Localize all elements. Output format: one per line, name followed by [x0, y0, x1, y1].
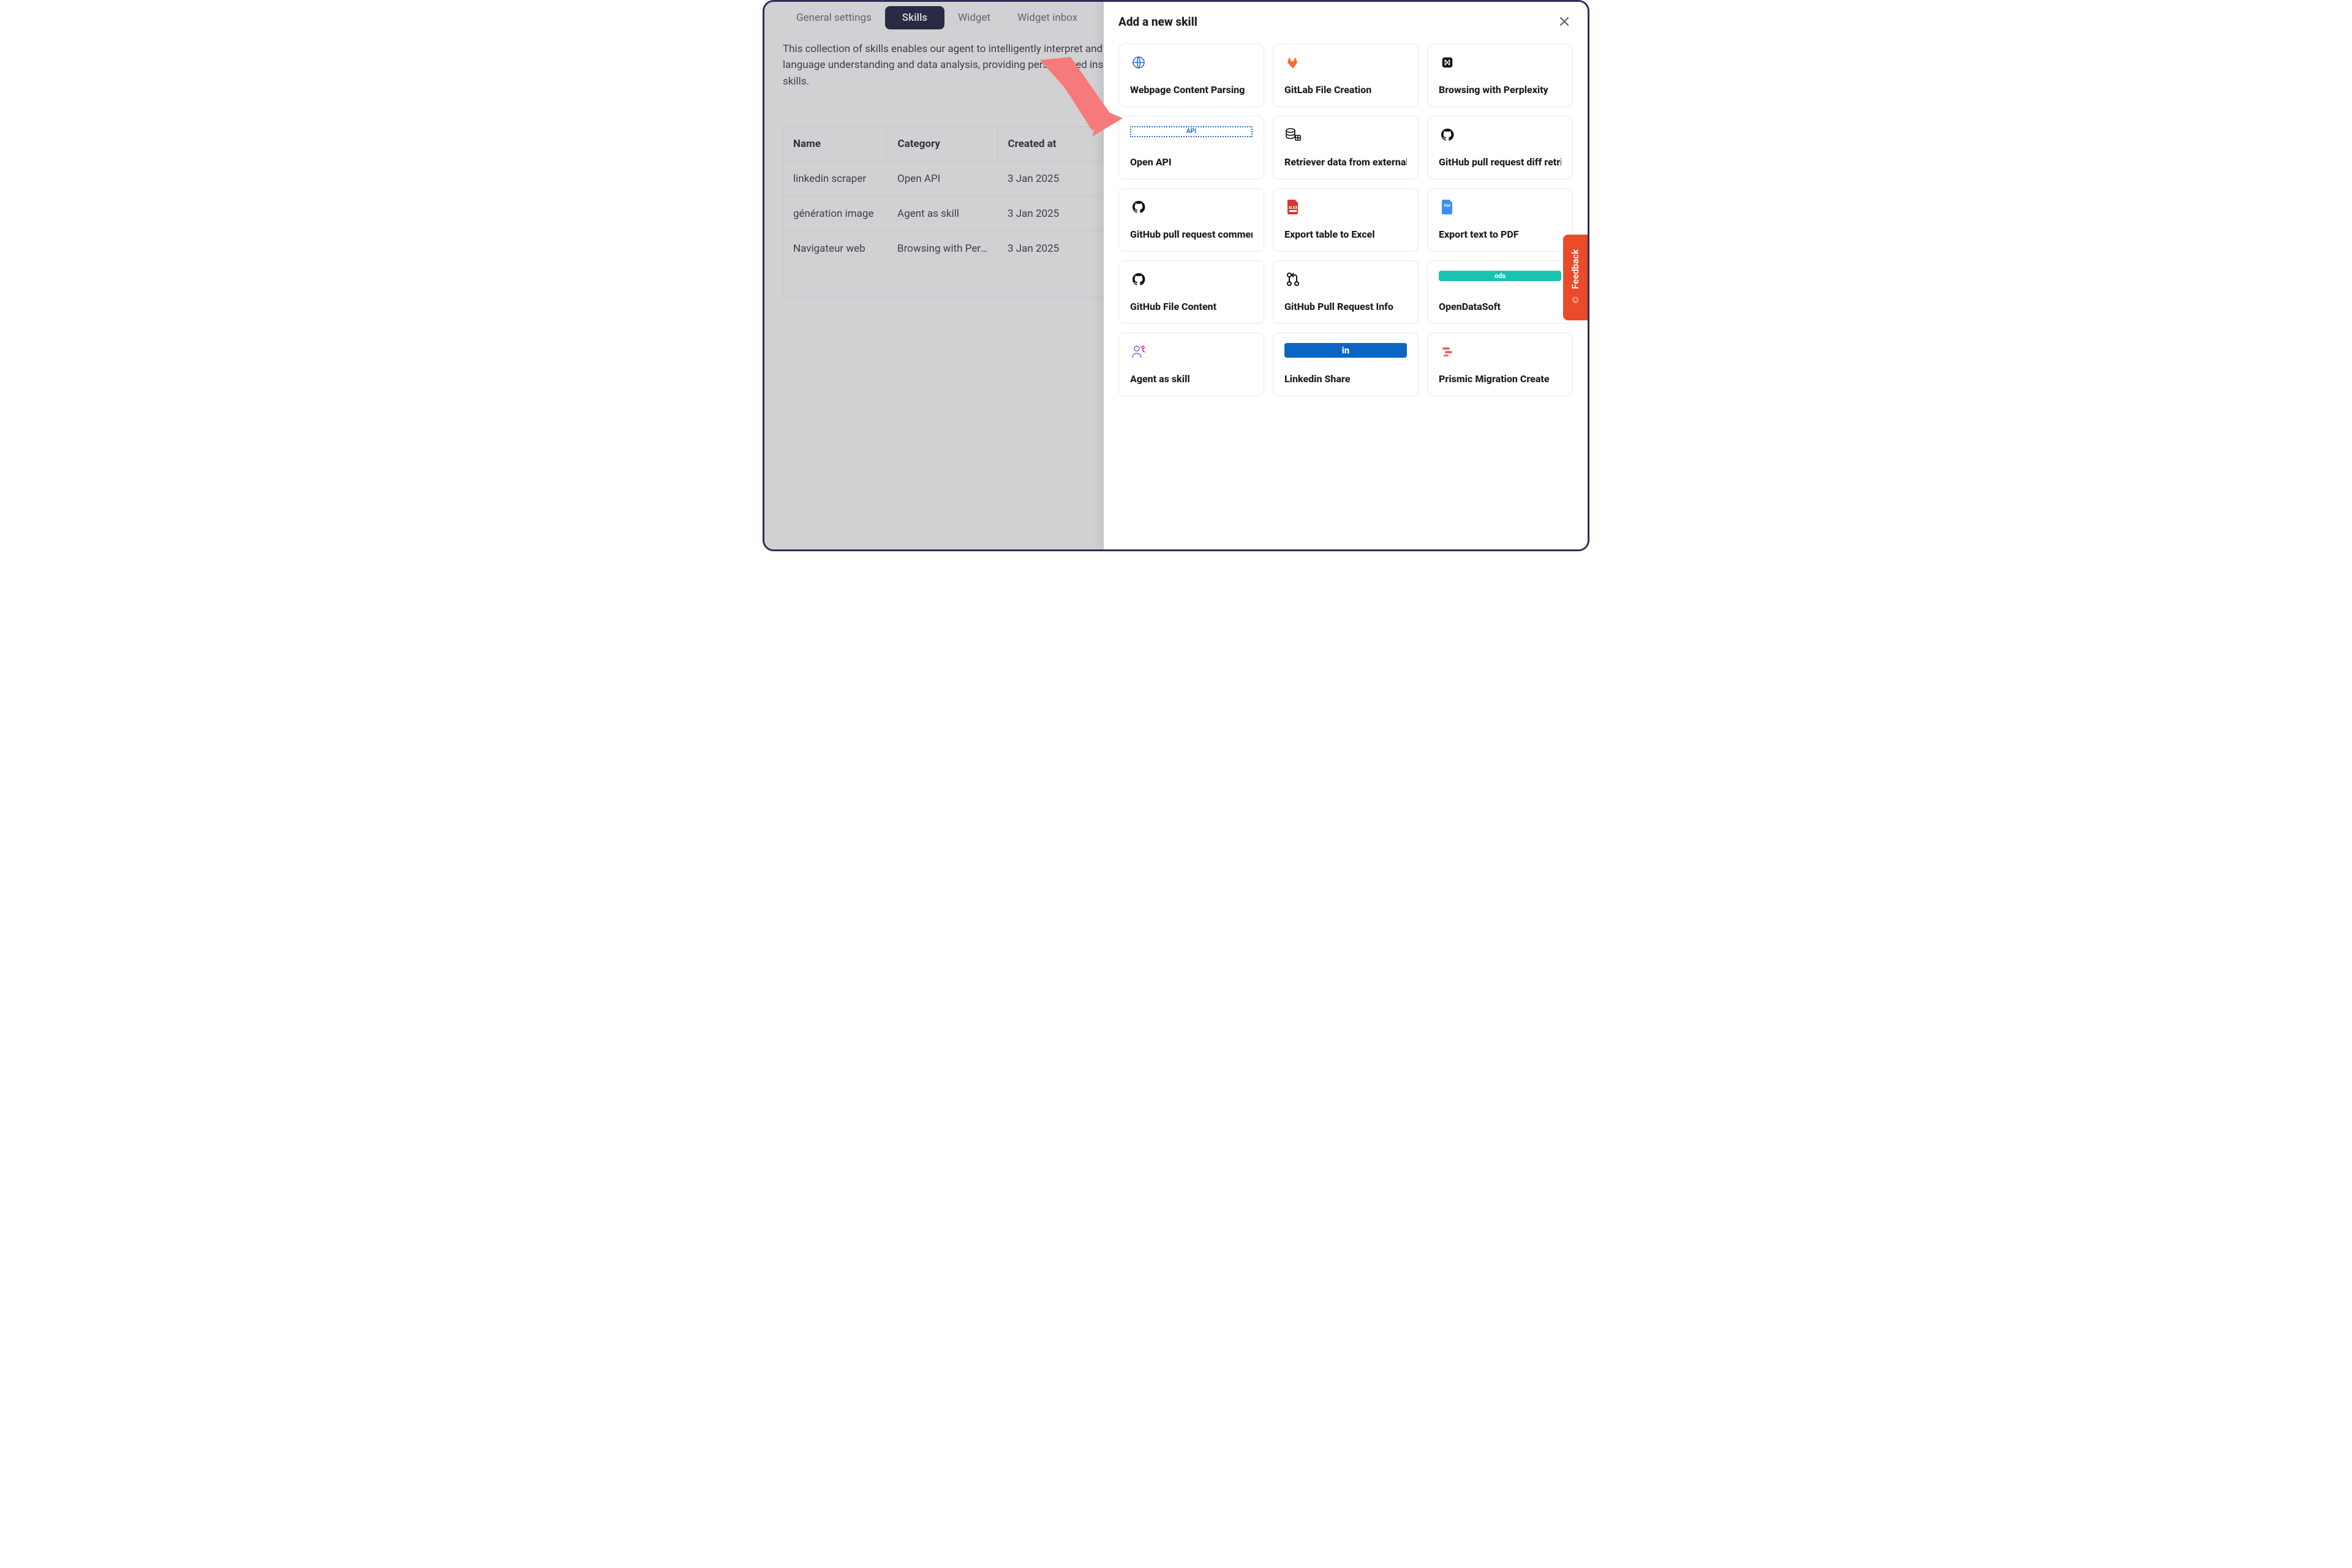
skill-card-prismic-migration[interactable]: Prismic Migration Create — [1427, 333, 1573, 396]
skill-card-retriever-external[interactable]: Retriever data from external sources — [1273, 116, 1419, 179]
github-icon — [1130, 198, 1147, 216]
app-frame: General settings Skills Widget Widget in… — [763, 0, 1589, 551]
pdf-icon: PDF — [1439, 198, 1456, 216]
skill-label: OpenDataSoft — [1439, 301, 1561, 312]
skill-label: Agent as skill — [1130, 373, 1253, 385]
panel-title: Add a new skill — [1118, 15, 1197, 29]
skill-card-gitlab-file-creation[interactable]: GitLab File Creation — [1273, 43, 1419, 107]
skill-label: GitHub File Content — [1130, 301, 1253, 312]
skill-label: Open API — [1130, 156, 1253, 168]
skill-label: GitHub pull request diff retriever — [1439, 156, 1561, 168]
skill-label: Retriever data from external sources — [1284, 156, 1407, 168]
skill-label: GitHub Pull Request Info — [1284, 301, 1407, 312]
skill-card-github-pr-comment[interactable]: GitHub pull request comment — [1118, 188, 1264, 252]
skill-card-github-pr-info[interactable]: GitHub Pull Request Info — [1273, 260, 1419, 324]
gitlab-icon — [1284, 54, 1302, 71]
prismic-icon — [1439, 343, 1456, 360]
feedback-tab[interactable]: Feedback ☺ — [1563, 235, 1588, 320]
skill-grid: Webpage Content Parsing GitLab File Crea… — [1118, 43, 1573, 396]
perplexity-icon — [1439, 54, 1456, 71]
api-icon: API — [1130, 126, 1253, 137]
feedback-icon: ☺ — [1570, 293, 1580, 306]
skill-label: GitHub pull request comment — [1130, 228, 1253, 240]
globe-parse-icon — [1130, 54, 1147, 71]
skill-card-github-pr-diff[interactable]: GitHub pull request diff retriever — [1427, 116, 1573, 179]
add-skill-panel: Add a new skill Webpage Content Parsing … — [1104, 2, 1588, 549]
agent-icon — [1130, 343, 1147, 360]
skill-label: Export table to Excel — [1284, 228, 1407, 240]
excel-icon: XLSX — [1284, 198, 1302, 216]
linkedin-icon: in — [1284, 343, 1407, 358]
skill-card-open-api[interactable]: API Open API — [1118, 116, 1264, 179]
skill-label: Prismic Migration Create — [1439, 373, 1561, 385]
github-icon — [1130, 271, 1147, 288]
skill-card-browsing-perplexity[interactable]: Browsing with Perplexity — [1427, 43, 1573, 107]
database-icon — [1284, 126, 1302, 143]
close-button[interactable] — [1556, 13, 1573, 30]
svg-text:XLSX: XLSX — [1289, 206, 1298, 210]
skill-card-linkedin-share[interactable]: in Linkedin Share — [1273, 333, 1419, 396]
svg-text:PDF: PDF — [1444, 204, 1451, 208]
feedback-label: Feedback — [1570, 249, 1581, 289]
skill-card-agent-as-skill[interactable]: Agent as skill — [1118, 333, 1264, 396]
skill-label: Webpage Content Parsing — [1130, 84, 1253, 96]
ods-icon: ods — [1439, 271, 1561, 281]
skill-card-opendatasoft[interactable]: ods OpenDataSoft — [1427, 260, 1573, 324]
skill-label: GitLab File Creation — [1284, 84, 1407, 96]
git-pr-icon — [1284, 271, 1302, 288]
skill-card-export-excel[interactable]: XLSX Export table to Excel — [1273, 188, 1419, 252]
skill-label: Browsing with Perplexity — [1439, 84, 1561, 96]
skill-label: Export text to PDF — [1439, 228, 1561, 240]
close-icon — [1559, 17, 1569, 26]
skill-card-webpage-content-parsing[interactable]: Webpage Content Parsing — [1118, 43, 1264, 107]
skill-card-export-pdf[interactable]: PDF Export text to PDF — [1427, 188, 1573, 252]
github-icon — [1439, 126, 1456, 143]
skill-label: Linkedin Share — [1284, 373, 1407, 385]
skill-card-github-file-content[interactable]: GitHub File Content — [1118, 260, 1264, 324]
panel-header: Add a new skill — [1118, 13, 1573, 43]
